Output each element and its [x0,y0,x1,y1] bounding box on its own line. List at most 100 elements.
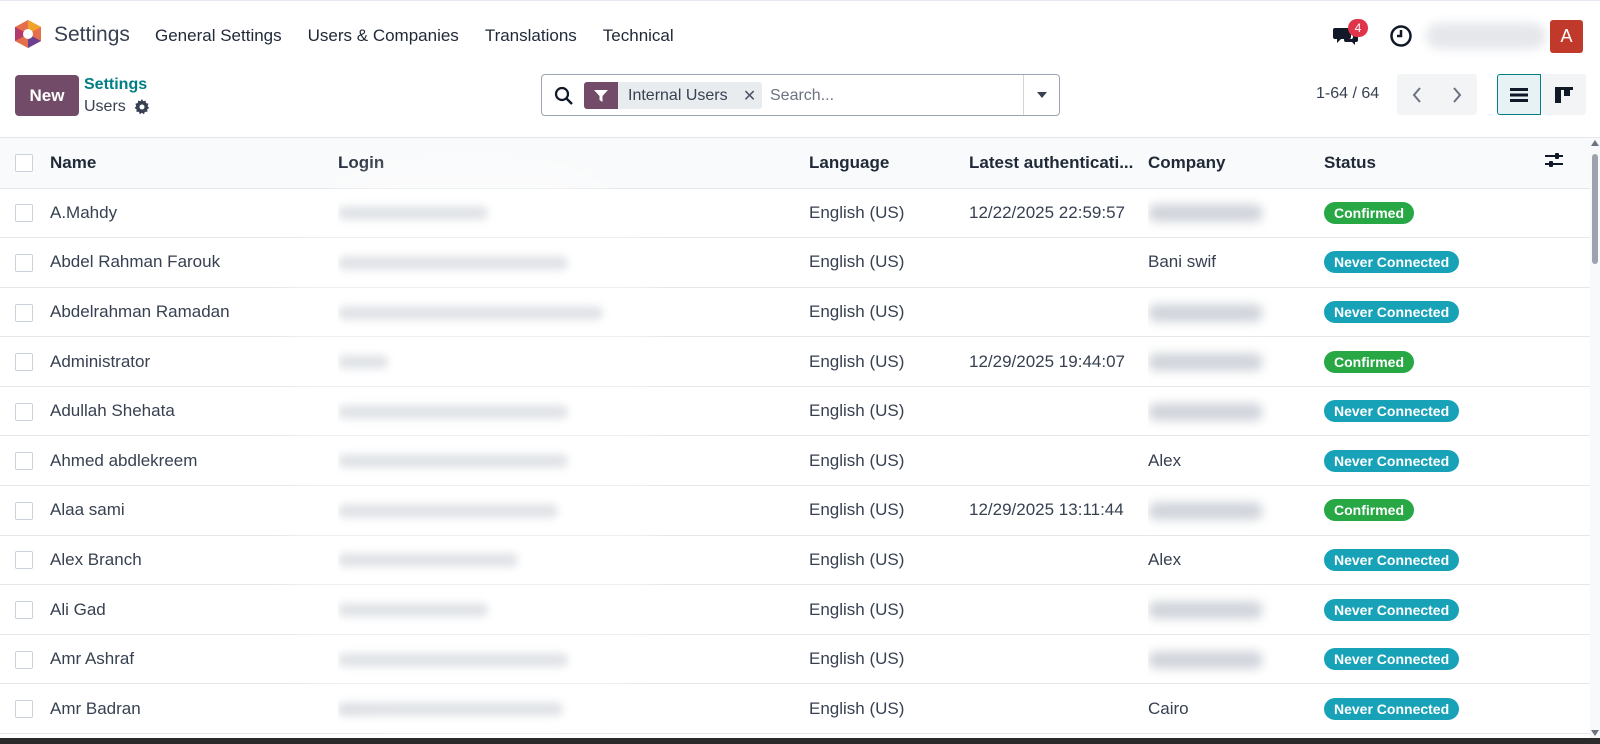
row-company-redacted [1148,501,1263,520]
kanban-view-button[interactable] [1542,74,1586,115]
caret-down-icon [1036,92,1047,98]
app-name[interactable]: Settings [54,23,130,47]
row-login-redacted [338,503,558,518]
table-header-row: Name Login Language Latest authenticati.… [0,138,1590,188]
row-company-redacted [1148,303,1263,322]
column-header-language[interactable]: Language [809,138,969,188]
row-company [1148,287,1324,337]
menu-item-general-settings[interactable]: General Settings [155,26,282,46]
status-badge: Confirmed [1324,499,1414,522]
row-checkbox[interactable] [15,650,33,669]
scroll-up-arrow-icon[interactable] [1591,140,1599,146]
table-row[interactable]: Alaa sami English (US) 12/29/2025 13:11:44… [0,486,1590,536]
search-icon[interactable] [554,86,574,106]
row-status: Never Connected [1324,238,1542,288]
row-name: Ahmed abdlekreem [50,450,198,470]
main-menu: General Settings Users & Companies Trans… [155,26,700,46]
scroll-down-arrow-icon[interactable] [1591,730,1599,736]
row-name: Alaa sami [50,500,125,520]
avatar[interactable]: A [1550,20,1583,53]
row-login [338,436,809,486]
row-name: Administrator [50,351,151,371]
row-checkbox[interactable] [15,204,33,223]
status-badge: Confirmed [1324,350,1414,373]
new-button[interactable]: New [15,75,79,116]
user-name[interactable] [1426,23,1546,49]
row-checkbox[interactable] [15,551,33,570]
status-badge: Never Connected [1324,251,1460,274]
gear-icon[interactable] [134,99,150,115]
search-options-toggle[interactable] [1023,75,1059,115]
column-header-name[interactable]: Name [50,138,338,188]
app-logo-icon[interactable] [14,19,42,49]
scroll-thumb[interactable] [1592,154,1598,264]
row-language: English (US) [809,649,905,669]
row-checkbox[interactable] [15,700,33,719]
row-name: Adullah Shehata [50,401,175,421]
row-login-redacted [338,652,568,667]
breadcrumb-users: Users [84,98,126,115]
row-company: Bani swif [1148,252,1217,272]
status-badge: Never Connected [1324,697,1460,720]
row-status: Never Connected [1324,535,1542,585]
select-all-checkbox[interactable] [15,154,33,173]
list-view-button[interactable] [1497,74,1541,115]
table-row[interactable]: Abdel Rahman Farouk English (US) Bani swif… [0,238,1590,288]
row-name: Abdelrahman Ramadan [50,301,230,321]
status-badge: Never Connected [1324,598,1460,621]
row-checkbox[interactable] [15,303,33,322]
row-checkbox[interactable] [15,452,33,471]
row-login-redacted [338,305,603,320]
table-row[interactable]: Administrator English (US) 12/29/2025 19:4… [0,337,1590,387]
breadcrumb-settings[interactable]: Settings [84,76,147,94]
table-row[interactable]: Ali Gad English (US) Never Connected [0,585,1590,635]
column-header-company[interactable]: Company [1148,138,1324,188]
row-checkbox[interactable] [15,601,33,620]
search-input[interactable] [770,84,1010,108]
row-login-redacted [338,603,488,618]
users-table: Name Login Language Latest authenticati.… [0,138,1590,734]
column-header-login[interactable]: Login [338,138,809,188]
column-header-status[interactable]: Status [1324,138,1542,188]
row-name: Amr Ashraf [50,649,135,669]
table-row[interactable]: Amr Badran English (US) Cairo Never Connect… [0,684,1590,734]
table-row[interactable]: A.Mahdy English (US) 12/22/2025 22:59:57 Co… [0,188,1590,238]
menu-item-translations[interactable]: Translations [485,26,577,46]
row-latest-authentication [969,436,1148,486]
row-latest-authentication [969,386,1148,436]
menu-item-technical[interactable]: Technical [603,26,674,46]
vertical-scrollbar[interactable] [1590,138,1600,738]
column-header-latest-authentication[interactable]: Latest authenticati... [969,138,1148,188]
table-body: A.Mahdy English (US) 12/22/2025 22:59:57 Co… [0,188,1590,734]
row-checkbox[interactable] [15,501,33,520]
status-badge: Never Connected [1324,449,1460,472]
table-row[interactable]: Adullah Shehata English (US) Never Connect… [0,386,1590,436]
clock-icon[interactable] [1389,24,1413,48]
menu-item-users-companies[interactable]: Users & Companies [308,26,459,46]
pager-previous-button[interactable] [1397,74,1437,115]
table-row[interactable]: Abdelrahman Ramadan English (US) Never Con… [0,287,1590,337]
table-row[interactable]: Ahmed abdlekreem English (US) Alex Never Co… [0,436,1590,486]
top-navbar: Settings General Settings Users & Compan… [0,0,1600,68]
row-checkbox[interactable] [15,253,33,272]
filter-icon [584,82,618,109]
column-settings-icon[interactable] [1542,151,1566,169]
table-row[interactable]: Amr Ashraf English (US) Never Connected [0,634,1590,684]
row-company-redacted [1148,650,1263,669]
row-checkbox[interactable] [15,353,33,372]
row-language: English (US) [809,252,905,272]
row-company-redacted [1148,204,1263,223]
row-latest-authentication [969,287,1148,337]
chevron-left-icon [1412,86,1421,103]
table-row[interactable]: Alex Branch English (US) Alex Never Connect… [0,535,1590,585]
row-company [1148,486,1324,536]
row-login-redacted [338,553,518,568]
row-login [338,386,809,436]
chat-badge: 4 [1348,19,1368,37]
row-company [1148,386,1324,436]
pager-value[interactable]: 1-64 / 64 [1316,85,1379,103]
close-icon[interactable]: ✕ [738,86,762,106]
row-login [338,486,809,536]
row-checkbox[interactable] [15,402,33,421]
pager-next-button[interactable] [1437,74,1477,115]
